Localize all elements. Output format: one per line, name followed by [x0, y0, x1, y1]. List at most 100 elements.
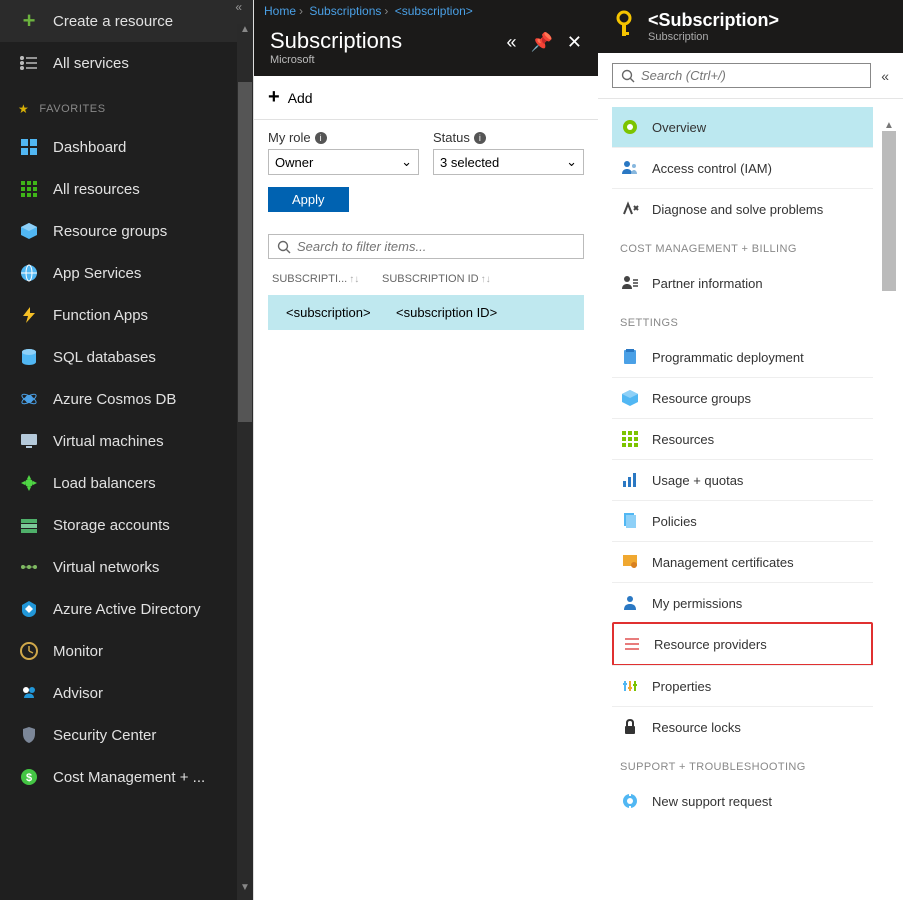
sidebar-item-app-services[interactable]: App Services — [0, 252, 253, 294]
breadcrumb-subs[interactable]: Subscriptions — [309, 4, 381, 18]
menu-item-properties[interactable]: Properties — [612, 665, 873, 706]
sidebar-item-resource-groups[interactable]: Resource groups — [0, 210, 253, 252]
menu-item-label: My permissions — [652, 596, 742, 611]
db-icon — [19, 347, 39, 367]
sidebar-item-label: Function Apps — [53, 307, 148, 324]
support-icon — [620, 791, 640, 811]
search-icon — [621, 69, 635, 83]
menu-item-management-certificates[interactable]: Management certificates — [612, 541, 873, 582]
sidebar-item-azure-active-directory[interactable]: Azure Active Directory — [0, 588, 253, 630]
sort-icon[interactable]: ↑↓ — [349, 274, 359, 285]
scroll-up-icon[interactable]: ▲ — [237, 24, 253, 42]
favorites-header: ★ FAVORITES — [0, 84, 253, 126]
filter-input[interactable] — [297, 239, 575, 254]
props-icon — [620, 676, 640, 696]
menu-item-policies[interactable]: Policies — [612, 500, 873, 541]
sidebar-item-dashboard[interactable]: Dashboard — [0, 126, 253, 168]
settings-section-header: SETTINGS — [612, 303, 873, 337]
collapse-blade-icon[interactable]: « — [506, 32, 516, 53]
sidebar-item-label: Storage accounts — [53, 517, 170, 534]
scroll-thumb[interactable] — [882, 131, 896, 291]
sidebar-item-monitor[interactable]: Monitor — [0, 630, 253, 672]
menu-item-new-support-request[interactable]: New support request — [612, 781, 873, 821]
menu-item-label: Resource locks — [652, 720, 741, 735]
sort-icon[interactable]: ↑↓ — [481, 274, 491, 285]
detail-search[interactable] — [612, 63, 871, 88]
perm-icon — [620, 593, 640, 613]
cosmos-icon — [19, 389, 39, 409]
sidebar-item-storage-accounts[interactable]: Storage accounts — [0, 504, 253, 546]
menu-item-my-permissions[interactable]: My permissions — [612, 582, 873, 623]
table-row[interactable]: <subscription> <subscription ID> — [268, 295, 584, 330]
sidebar-item-label: Virtual networks — [53, 559, 159, 576]
dashboard-icon — [19, 137, 39, 157]
menu-item-overview[interactable]: Overview — [612, 107, 873, 147]
detail-scrollbar[interactable]: ▲ — [879, 120, 899, 900]
info-icon[interactable]: i — [474, 132, 486, 144]
blade-subtitle: Microsoft — [270, 54, 402, 66]
menu-item-resource-locks[interactable]: Resource locks — [612, 706, 873, 747]
menu-item-diagnose-and-solve-problems[interactable]: Diagnose and solve problems — [612, 188, 873, 229]
collapse-nav-icon[interactable]: « — [235, 0, 242, 14]
sidebar-item-label: Azure Active Directory — [53, 601, 201, 618]
status-value: 3 selected — [440, 155, 499, 170]
close-icon[interactable]: ✕ — [567, 32, 582, 53]
menu-item-partner-information[interactable]: Partner information — [612, 263, 873, 303]
partner-icon — [620, 273, 640, 293]
blade-header: Subscriptions Microsoft « 📌 ✕ — [254, 22, 598, 76]
col-subscription-id[interactable]: SUBSCRIPTION ID — [382, 273, 479, 285]
sidebar-item-cost-management-[interactable]: $Cost Management + ... — [0, 756, 253, 798]
status-label: Status — [433, 130, 470, 145]
aad-icon — [19, 599, 39, 619]
breadcrumb-home[interactable]: Home — [264, 4, 296, 18]
sidebar-item-function-apps[interactable]: Function Apps — [0, 294, 253, 336]
sidebar-item-label: Cost Management + ... — [53, 769, 205, 786]
apply-button[interactable]: Apply — [268, 187, 349, 212]
menu-item-label: Resource groups — [652, 391, 751, 406]
add-label: Add — [288, 90, 313, 106]
deploy-icon — [620, 347, 640, 367]
sidebar-item-virtual-machines[interactable]: Virtual machines — [0, 420, 253, 462]
table-header: SUBSCRIPTI...↑↓ SUBSCRIPTION ID↑↓ — [254, 267, 598, 291]
menu-item-resource-providers[interactable]: Resource providers — [612, 622, 873, 666]
add-button[interactable]: + Add — [254, 76, 598, 120]
iam-icon — [620, 158, 640, 178]
sidebar-item-advisor[interactable]: Advisor — [0, 672, 253, 714]
role-select[interactable]: Owner ⌄ — [268, 149, 419, 175]
menu-item-label: New support request — [652, 794, 772, 809]
menu-item-resource-groups[interactable]: Resource groups — [612, 377, 873, 418]
status-select[interactable]: 3 selected ⌄ — [433, 149, 584, 175]
scroll-down-icon[interactable]: ▼ — [237, 882, 253, 900]
sidebar-item-load-balancers[interactable]: Load balancers — [0, 462, 253, 504]
menu-item-access-control-iam-[interactable]: Access control (IAM) — [612, 147, 873, 188]
filter-search[interactable] — [268, 234, 584, 259]
policy-icon — [620, 511, 640, 531]
star-icon: ★ — [18, 102, 29, 116]
sidebar-item-azure-cosmos-db[interactable]: Azure Cosmos DB — [0, 378, 253, 420]
sidebar-item-security-center[interactable]: Security Center — [0, 714, 253, 756]
grid-icon — [19, 179, 39, 199]
scroll-up-icon[interactable]: ▲ — [879, 120, 899, 131]
breadcrumb-current[interactable]: <subscription> — [395, 4, 473, 18]
col-subscription[interactable]: SUBSCRIPTI... — [272, 273, 347, 285]
sidebar-item-virtual-networks[interactable]: Virtual networks — [0, 546, 253, 588]
nav-scrollbar[interactable]: ▲ ▼ — [237, 24, 253, 900]
menu-item-usage-quotas[interactable]: Usage + quotas — [612, 459, 873, 500]
collapse-detail-icon[interactable]: « — [881, 68, 889, 84]
create-resource-link[interactable]: + Create a resource — [0, 0, 253, 42]
detail-search-input[interactable] — [641, 68, 862, 83]
menu-item-resources[interactable]: Resources — [612, 418, 873, 459]
monitor2-icon — [19, 641, 39, 661]
menu-item-label: Partner information — [652, 276, 763, 291]
sidebar-item-sql-databases[interactable]: SQL databases — [0, 336, 253, 378]
all-services-link[interactable]: All services — [0, 42, 253, 84]
menu-item-programmatic-deployment[interactable]: Programmatic deployment — [612, 337, 873, 377]
sidebar-item-all-resources[interactable]: All resources — [0, 168, 253, 210]
subscriptions-blade: Home› Subscriptions› <subscription> Subs… — [253, 0, 598, 900]
pin-icon[interactable]: 📌 — [530, 32, 552, 53]
scroll-thumb[interactable] — [238, 82, 252, 422]
cell-subscription: <subscription> — [286, 305, 396, 320]
menu-item-label: Properties — [652, 679, 711, 694]
info-icon[interactable]: i — [315, 132, 327, 144]
menu-item-label: Access control (IAM) — [652, 161, 772, 176]
